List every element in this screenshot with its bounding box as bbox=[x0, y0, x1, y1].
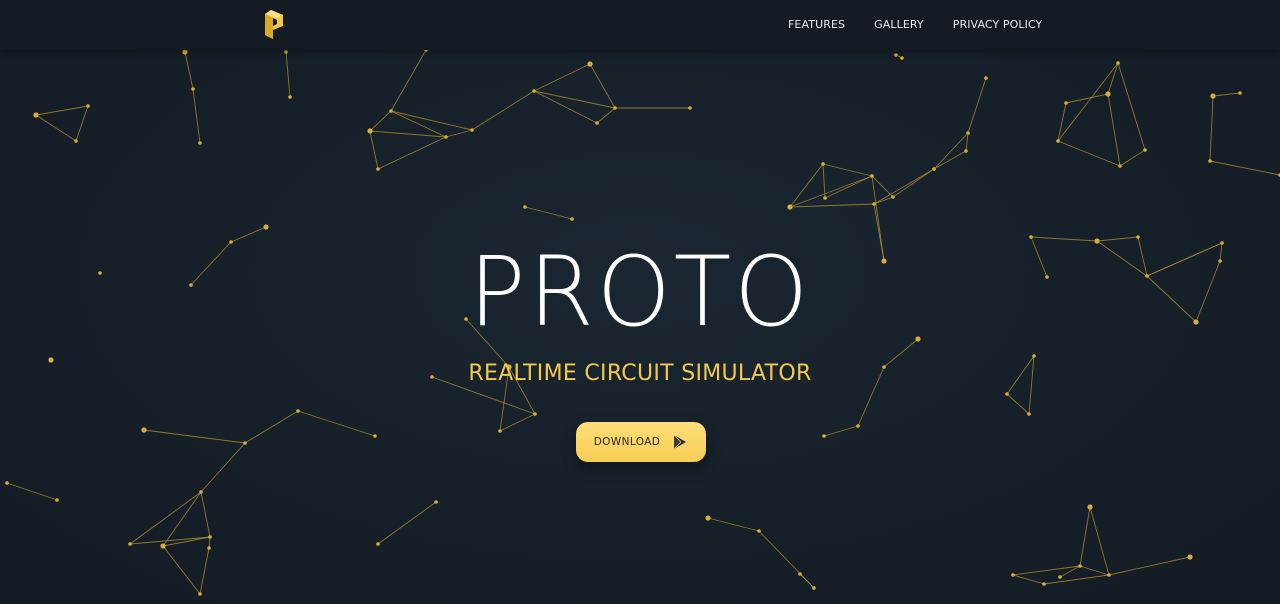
proto-p-logo-icon[interactable] bbox=[263, 8, 285, 40]
download-button[interactable]: DOWNLOAD bbox=[576, 422, 706, 462]
google-play-icon bbox=[674, 434, 687, 450]
nav-link-gallery[interactable]: GALLERY bbox=[874, 18, 924, 31]
nav-link-features[interactable]: FEATURES bbox=[788, 18, 845, 31]
top-navbar: FEATURES GALLERY PRIVACY POLICY bbox=[0, 0, 1280, 50]
nav-link-privacy-policy[interactable]: PRIVACY POLICY bbox=[953, 18, 1043, 31]
hero-title: PROTO bbox=[468, 236, 812, 348]
download-button-label: DOWNLOAD bbox=[593, 436, 661, 448]
landing-page: FEATURES GALLERY PRIVACY POLICY PROTO RE… bbox=[0, 0, 1280, 604]
hero-section: PROTO REALTIME CIRCUIT SIMULATOR DOWNLOA… bbox=[0, 0, 1280, 604]
nav-links: FEATURES GALLERY PRIVACY POLICY bbox=[788, 18, 1042, 31]
hero-subtitle: REALTIME CIRCUIT SIMULATOR bbox=[468, 361, 812, 386]
